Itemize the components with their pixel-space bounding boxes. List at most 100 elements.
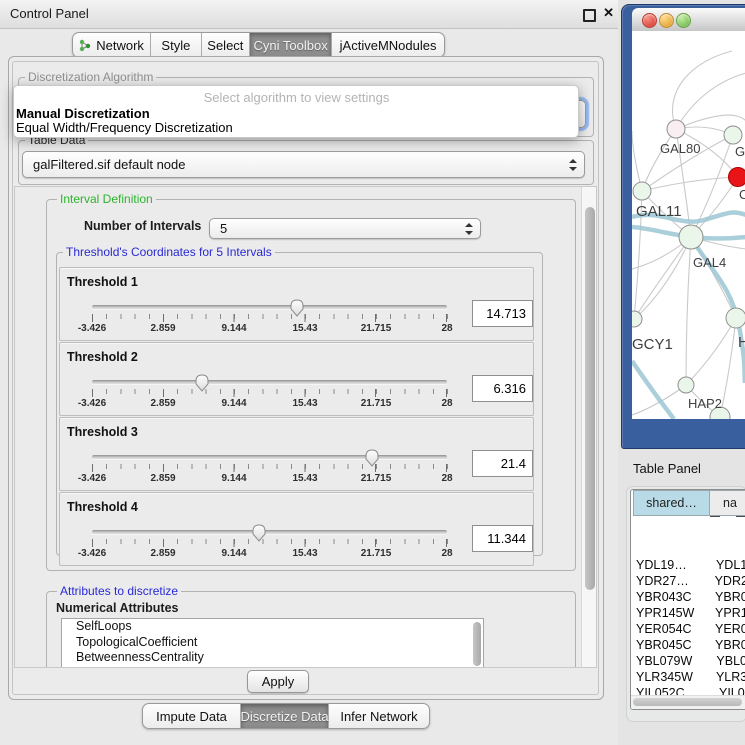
table-row[interactable]: YPR145WYPR1	[631, 606, 745, 622]
table-rows: YDL19…YDL1 YDR27…YDR2 YBR043CYBR0 YPR145…	[631, 558, 745, 695]
threshold-3-slider-thumb[interactable]	[364, 448, 380, 467]
tab-network[interactable]: Network	[73, 33, 151, 57]
table-hscrollbar-thumb[interactable]	[633, 698, 742, 706]
node-gal11[interactable]	[633, 182, 651, 200]
list-item[interactable]: TopologicalCoefficient	[62, 635, 483, 651]
algorithm-placeholder: Select algorithm to view settings	[15, 88, 578, 107]
tab-label: jActiveMNodules	[340, 38, 437, 53]
tab-cyni-toolbox[interactable]: Cyni Toolbox	[250, 33, 332, 57]
slider-tick-labels: -3.426 2.859 9.144 15.43 21.715 28	[92, 398, 447, 410]
thresholds-group-label: Threshold's Coordinates for 5 Intervals	[63, 245, 275, 259]
node-label: GCY1	[632, 336, 673, 353]
table-row[interactable]: YDR27…YDR2	[631, 574, 745, 590]
float-window-icon[interactable]	[583, 9, 596, 22]
close-icon[interactable]: ✕	[603, 5, 614, 21]
slider-major-ticks	[92, 389, 449, 397]
table-data-combobox[interactable]: galFiltered.sif default node	[22, 151, 585, 178]
minimize-traffic-light-icon[interactable]	[659, 13, 674, 28]
tab-label: Cyni Toolbox	[254, 38, 328, 53]
table-row[interactable]: YIL052CYIL0	[631, 686, 745, 695]
tick-label: 9.144	[221, 323, 246, 334]
tick-label: 28	[441, 398, 452, 409]
discretization-algorithm-group-label: Discretization Algorithm	[25, 70, 156, 84]
tab-select[interactable]: Select	[202, 33, 250, 57]
table-row[interactable]: YBL079WYBL0	[631, 654, 745, 670]
table-row[interactable]: YER054CYER0	[631, 622, 745, 638]
threshold-3-value-field[interactable]: 21.4	[472, 450, 533, 477]
slider-track[interactable]	[92, 455, 447, 459]
network-window-titlebar[interactable]	[632, 8, 745, 32]
network-canvas[interactable]: GAL80 GA C GAL11 GAL4 GCY1 H HAP2	[632, 31, 745, 419]
table-row[interactable]: YBR045CYBR0	[631, 638, 745, 654]
list-item[interactable]: BetweennessCentrality	[62, 650, 483, 666]
threshold-4-value-field[interactable]: 11.344	[472, 525, 533, 552]
number-of-intervals-value: 5	[220, 219, 227, 238]
tab-jactivemnodules[interactable]: jActiveMNodules	[332, 33, 444, 57]
node-label: HAP2	[688, 396, 722, 411]
list-scrollbar-thumb[interactable]	[473, 622, 481, 666]
tick-label: 15.43	[292, 323, 317, 334]
numerical-attributes-label: Numerical Attributes	[56, 601, 178, 615]
control-panel-title: Control Panel	[10, 6, 89, 21]
list-item[interactable]: SelfLoops	[62, 619, 483, 635]
settings-scrollbar-thumb[interactable]	[585, 207, 595, 590]
settings-scrollbar-track[interactable]	[581, 187, 597, 667]
tick-label: 2.859	[150, 323, 175, 334]
settings-scroll-viewport: Interval Definition Number of Intervals …	[14, 186, 597, 668]
tab-label: Impute Data	[156, 709, 227, 724]
combo-arrows-icon	[568, 159, 577, 171]
tab-style[interactable]: Style	[151, 33, 201, 57]
control-panel-tabs: Network Style Select Cyni Toolbox jActiv…	[72, 32, 445, 58]
threshold-2-slider-thumb[interactable]	[194, 373, 210, 392]
table-row[interactable]: YLR345WYLR3	[631, 670, 745, 686]
apply-button[interactable]: Apply	[247, 670, 309, 693]
tick-label: 28	[441, 548, 452, 559]
tab-label: Select	[207, 38, 243, 53]
tab-infer-network[interactable]: Infer Network	[329, 704, 429, 728]
node-gal4[interactable]	[679, 225, 703, 249]
dropdown-item-manual-discretization[interactable]: Manual Discretization	[15, 107, 578, 121]
tab-discretize-data[interactable]: Discretize Data	[241, 704, 329, 728]
close-traffic-light-icon[interactable]	[642, 13, 657, 28]
network-window: GAL80 GA C GAL11 GAL4 GCY1 H HAP2	[621, 4, 745, 449]
tab-label: Infer Network	[340, 709, 417, 724]
slider-tick-labels: -3.426 2.859 9.144 15.43 21.715 28	[92, 473, 447, 485]
threshold-4-slider[interactable]: -3.426 2.859 9.144 15.43 21.715 28	[92, 493, 447, 565]
threshold-3-slider[interactable]: -3.426 2.859 9.144 15.43 21.715 28	[92, 418, 447, 490]
table-row[interactable]: YDL19…YDL1	[631, 558, 745, 574]
tick-label: 9.144	[221, 398, 246, 409]
threshold-2-panel: Threshold 2 -3.426 2.859 9.144 15.43 21.…	[59, 342, 534, 416]
number-of-intervals-combobox[interactable]: 5	[209, 218, 481, 239]
zoom-traffic-light-icon[interactable]	[676, 13, 691, 28]
attributes-group-label: Attributes to discretize	[57, 584, 181, 598]
numerical-attributes-list[interactable]: SelfLoops TopologicalCoefficient Between…	[61, 618, 484, 668]
node-gal80[interactable]	[667, 120, 685, 138]
threshold-2-slider[interactable]: -3.426 2.859 9.144 15.43 21.715 28	[92, 343, 447, 415]
dropdown-item-equal-width-frequency[interactable]: Equal Width/Frequency Discretization	[15, 121, 578, 135]
node-hap2[interactable]	[678, 377, 694, 393]
node-label: C	[739, 187, 745, 202]
network-graph: GAL80 GA C GAL11 GAL4 GCY1 H HAP2	[632, 31, 745, 419]
control-panel-titlebar: Control Panel ✕	[0, 0, 620, 29]
node-red-selected[interactable]	[729, 168, 745, 187]
slider-track[interactable]	[92, 530, 447, 534]
threshold-3-panel: Threshold 3 -3.426 2.859 9.144 15.43 21.…	[59, 417, 534, 491]
threshold-1-slider-thumb[interactable]	[289, 298, 305, 317]
node-label: GAL11	[636, 203, 682, 220]
threshold-2-value-field[interactable]: 6.316	[472, 375, 533, 402]
threshold-1-value-field[interactable]: 14.713	[472, 300, 533, 327]
table-hscrollbar-track[interactable]	[631, 695, 745, 709]
slider-track[interactable]	[92, 380, 447, 384]
table-row[interactable]: YBR043CYBR0	[631, 590, 745, 606]
node-table: ⚙ shared… na YDL19…YDL1 YDR27…YDR2 YBR04…	[630, 489, 745, 710]
node-top-right[interactable]	[724, 126, 742, 144]
column-header-name[interactable]: na	[709, 490, 745, 516]
node-right-h[interactable]	[726, 308, 745, 328]
tab-impute-data[interactable]: Impute Data	[143, 704, 241, 728]
threshold-4-slider-thumb[interactable]	[251, 523, 267, 542]
threshold-1-slider[interactable]: -3.426 2.859 9.144 15.43 21.715 28	[92, 268, 447, 340]
tick-label: 21.715	[361, 398, 392, 409]
column-header-shared-name[interactable]: shared…	[633, 490, 710, 516]
slider-track[interactable]	[92, 305, 447, 309]
tab-label: Style	[161, 38, 190, 53]
